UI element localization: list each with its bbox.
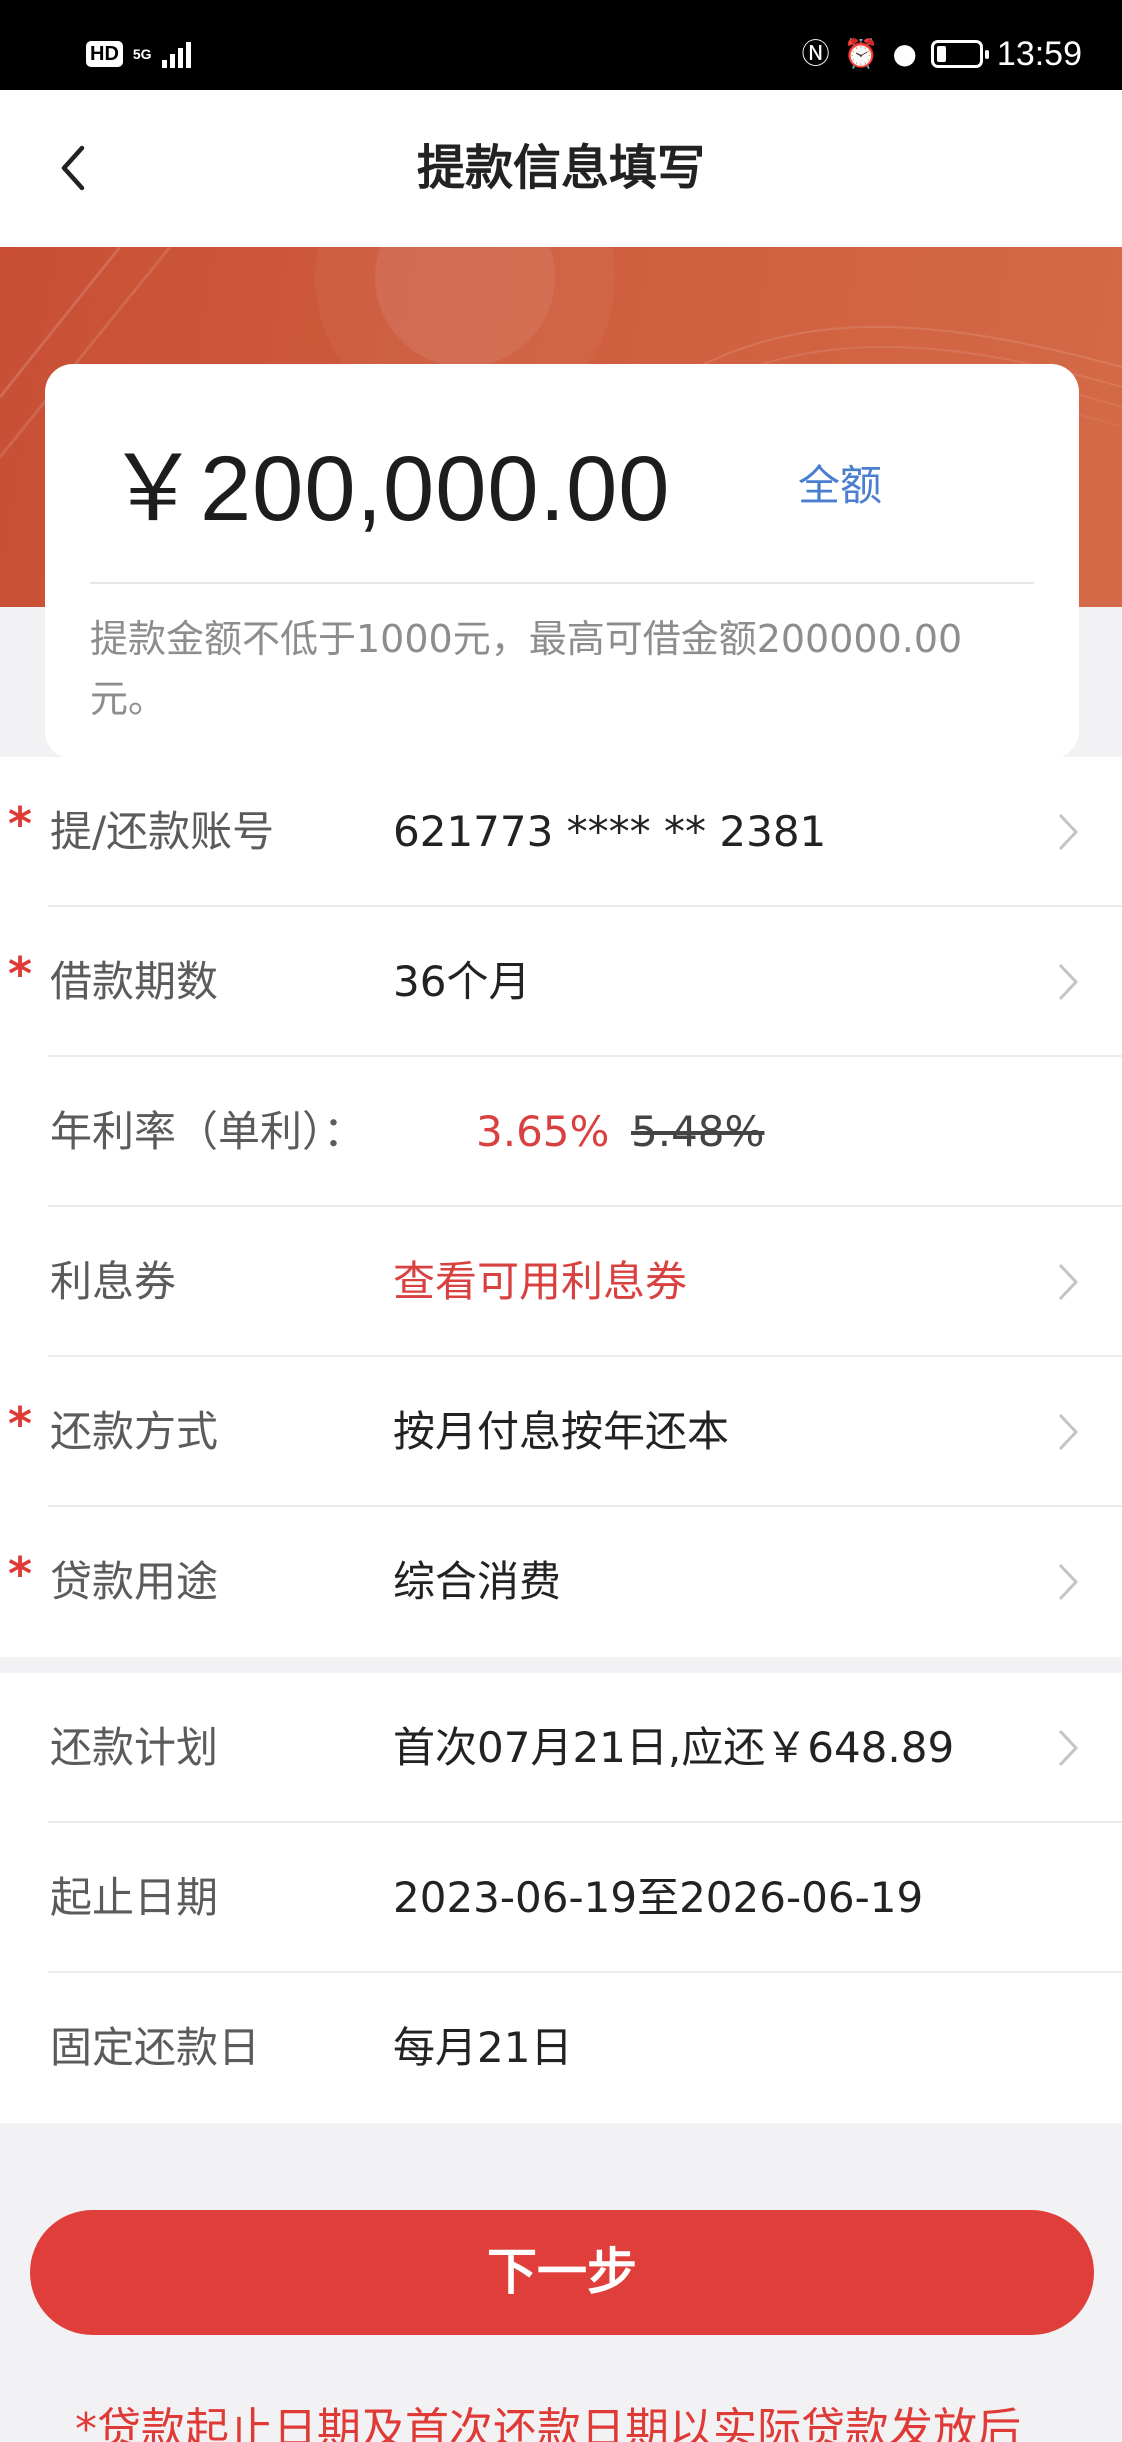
chevron-right-icon: [1058, 1563, 1079, 1601]
status-right: Ⓝ ⏰ ● 13:59: [802, 34, 1082, 74]
divider: [90, 582, 1034, 584]
row-repay-schedule[interactable]: 还款计划 首次07月21日,应还￥648.89: [0, 1673, 1122, 1823]
required-mark: *: [8, 1397, 33, 1451]
footer-note: *贷款起止日期及首次还款日期以实际贷款发放后: [75, 2404, 1021, 2442]
fixed-day-label: 固定还款日: [50, 2023, 261, 2072]
network-label: 5G: [132, 46, 152, 62]
chevron-right-icon: [1058, 813, 1079, 851]
hd-badge: HD: [86, 41, 123, 67]
row-purpose[interactable]: * 贷款用途 综合消费: [0, 1507, 1122, 1657]
required-mark: *: [8, 947, 33, 1001]
account-label: 提/还款账号: [50, 807, 275, 856]
full-amount-button[interactable]: 全额: [798, 456, 882, 516]
coupon-label: 利息券: [50, 1257, 177, 1306]
status-time: 13:59: [996, 35, 1082, 73]
section-gap: [0, 1657, 1122, 1673]
page-title: 提款信息填写: [416, 140, 705, 196]
amount-card: ￥200,000.00 全额 提款金额不低于1000元，最高可借金额200000…: [45, 364, 1079, 759]
battery-icon: [930, 40, 989, 68]
coupon-link[interactable]: 查看可用利息券: [393, 1252, 687, 1312]
row-repay-method[interactable]: * 还款方式 按月付息按年还本: [0, 1357, 1122, 1507]
alarm-icon: ⏰: [843, 37, 879, 70]
dates-label: 起止日期: [50, 1873, 219, 1922]
row-rate: 年利率（单利）： 3.65% 5.48%: [0, 1057, 1122, 1207]
chevron-right-icon: [1058, 1729, 1079, 1767]
signal-icon: [161, 40, 191, 68]
chevron-right-icon: [1058, 1263, 1079, 1301]
rate-current: 3.65%: [476, 1107, 610, 1156]
term-value: 36个月: [393, 957, 531, 1006]
chevron-right-icon: [1058, 963, 1079, 1001]
chevron-right-icon: [1058, 1413, 1079, 1451]
dates-value: 2023-06-19至2026-06-19: [393, 1873, 924, 1922]
account-value: 621773 **** ** 2381: [393, 807, 827, 856]
schedule-label: 还款计划: [50, 1723, 219, 1772]
rate-original: 5.48%: [631, 1107, 765, 1156]
required-mark: *: [8, 1547, 33, 1601]
repay-method-label: 还款方式: [50, 1407, 219, 1456]
row-fixed-day: 固定还款日 每月21日: [0, 1973, 1122, 2123]
status-left: HD 5G: [86, 40, 191, 68]
purpose-value: 综合消费: [393, 1557, 562, 1606]
row-term[interactable]: * 借款期数 36个月: [0, 907, 1122, 1057]
purpose-label: 贷款用途: [50, 1557, 219, 1606]
repay-method-value: 按月付息按年还本: [393, 1407, 730, 1456]
location-icon: ●: [892, 37, 917, 70]
amount-hint: 提款金额不低于1000元，最高可借金额200000.00元。: [90, 617, 963, 721]
loan-form: * 提/还款账号 621773 **** ** 2381 * 借款期数 36个月…: [0, 757, 1122, 2123]
rate-label: 年利率（单利）：: [50, 1107, 366, 1156]
amount-value[interactable]: ￥200,000.00: [107, 434, 670, 544]
row-coupon[interactable]: 利息券 查看可用利息券: [0, 1207, 1122, 1357]
fixed-day-value: 每月21日: [393, 2023, 573, 2072]
required-mark: *: [8, 797, 33, 851]
row-dates: 起止日期 2023-06-19至2026-06-19: [0, 1823, 1122, 1973]
next-button[interactable]: 下一步: [30, 2210, 1094, 2335]
term-label: 借款期数: [50, 957, 219, 1006]
nfc-icon: Ⓝ: [801, 37, 830, 70]
status-bar: HD 5G Ⓝ ⏰ ● 13:59: [0, 0, 1122, 90]
nav-header: 提款信息填写: [0, 90, 1122, 247]
row-account[interactable]: * 提/还款账号 621773 **** ** 2381: [0, 757, 1122, 907]
schedule-value: 首次07月21日,应还￥648.89: [393, 1723, 955, 1772]
